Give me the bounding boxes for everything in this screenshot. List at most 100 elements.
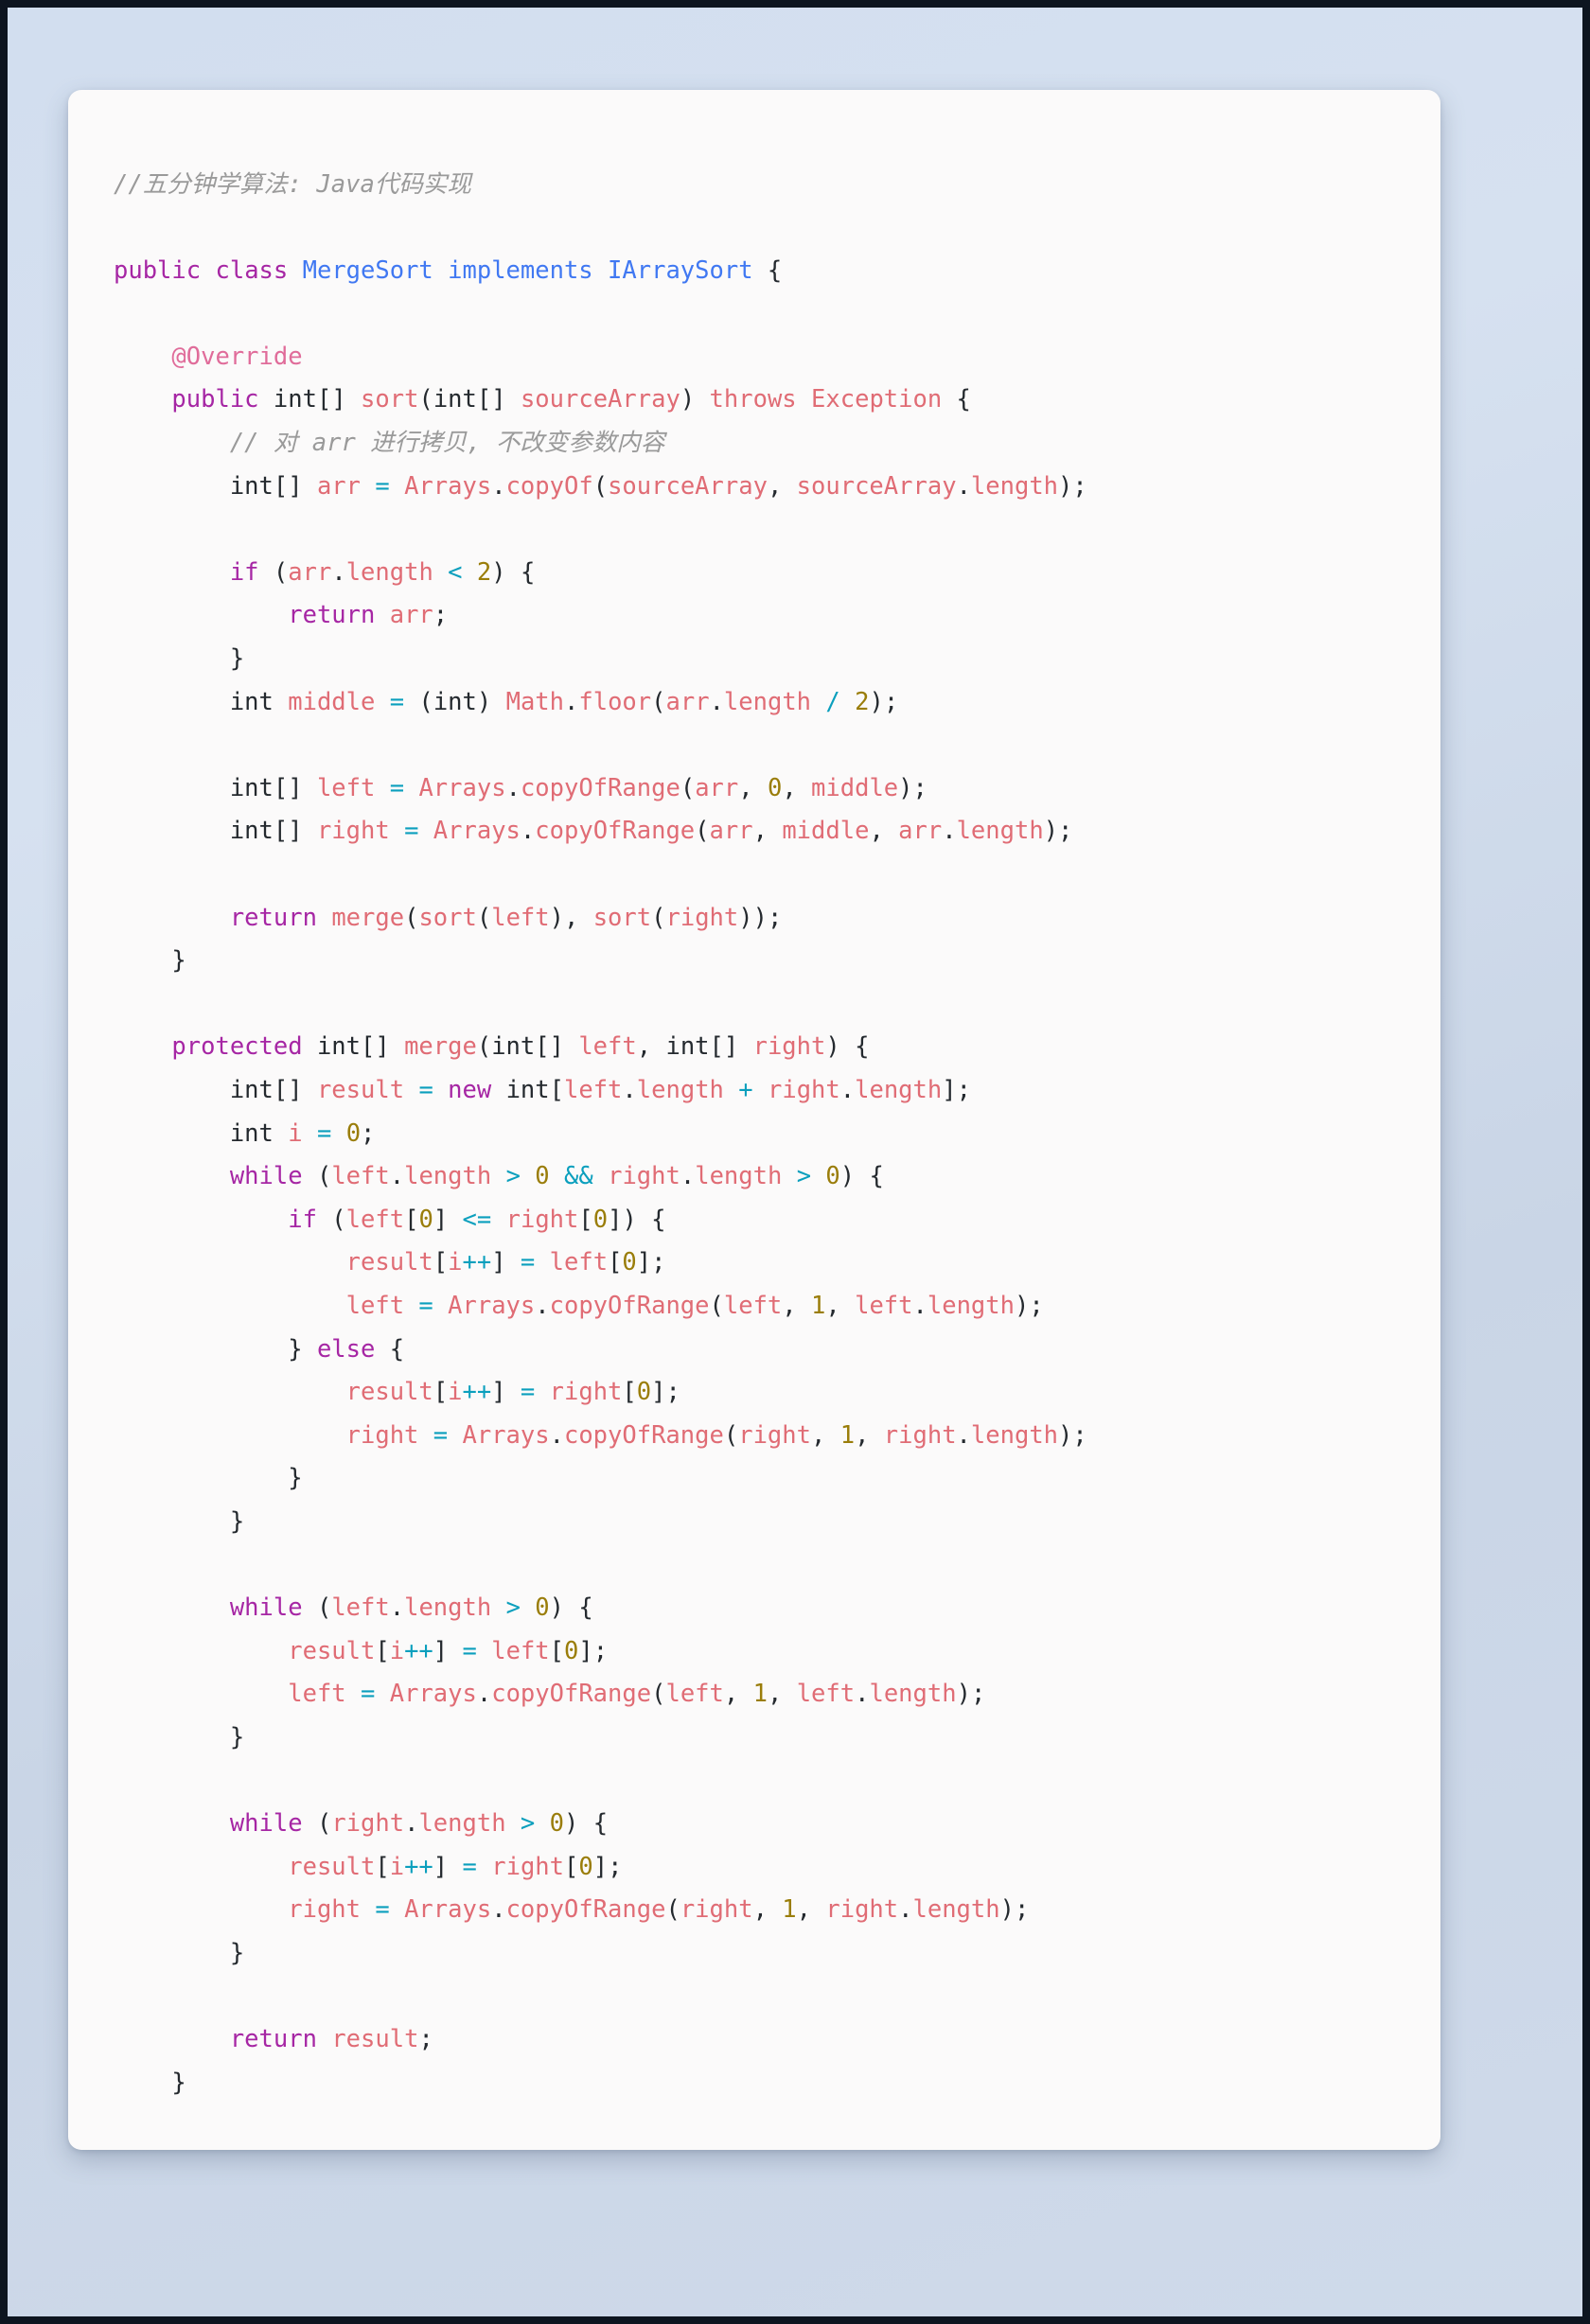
code-token-id: right [288, 1895, 361, 1925]
code-token-op: ++ [462, 1378, 492, 1407]
code-token-pri [418, 1421, 433, 1450]
code-token-pri [477, 1637, 491, 1665]
code-line: } [114, 1932, 1087, 1976]
code-token-pri: ]; [942, 1075, 971, 1104]
code-line: while (left.length > 0 && right.length >… [114, 1155, 1087, 1199]
code-token-pri: . [855, 1680, 870, 1709]
code-token-id: floor [578, 687, 652, 716]
code-token-kw: return [288, 601, 376, 630]
code-token-pri: int [505, 1075, 550, 1104]
code-line: // 对 arr 进行拷贝, 不改变参数内容 [114, 422, 1087, 466]
code-line: result[i++] = right[0]; [114, 1371, 1087, 1415]
code-token-pri [811, 688, 825, 716]
code-token-anno: @Override [171, 342, 303, 371]
code-token-pri [375, 688, 389, 716]
code-token-pri [521, 1162, 535, 1190]
code-token-pri [433, 256, 448, 285]
code-token-pri: ]; [592, 1852, 623, 1881]
code-token-pri: ); [956, 1680, 986, 1709]
code-line: } [114, 2062, 1087, 2105]
code-token-pri [491, 1076, 505, 1104]
code-token-pri [811, 1162, 825, 1190]
code-token-pri [477, 1853, 491, 1881]
code-card: //五分钟学算法: Java代码实现 public class MergeSor… [68, 90, 1440, 2150]
code-token-pri: ( [418, 385, 433, 414]
code-token-pri: . [942, 817, 957, 846]
code-token-pri: . [709, 687, 724, 716]
code-token-id: left [345, 1291, 405, 1320]
code-token-pri [724, 1076, 738, 1104]
code-token-pri: int [273, 385, 317, 414]
code-token-pri [433, 558, 448, 587]
code-token-pri: int [665, 1032, 710, 1062]
code-token-num: 1 [752, 1680, 768, 1709]
code-token-pri [550, 1162, 564, 1190]
code-token-type: implements [448, 255, 593, 285]
code-token-id: left [288, 1680, 346, 1709]
code-token-num: 1 [839, 1420, 856, 1450]
code-token-id: sort [361, 385, 419, 414]
code-token-pri: } [229, 644, 245, 674]
code-line: return arr; [114, 594, 1087, 638]
code-token-id: i [448, 1248, 463, 1277]
code-token-pri [201, 256, 215, 285]
code-token-pri: ; [418, 2025, 433, 2054]
code-token-num: 2 [855, 687, 870, 716]
code-token-id: left [564, 1075, 623, 1104]
code-token-pri: [] [273, 471, 317, 501]
code-line: } [114, 1501, 1087, 1544]
code-token-kw: else [316, 1334, 376, 1364]
code-token-pri: ( [709, 1291, 724, 1320]
code-token-pri: [] [273, 817, 317, 846]
code-token-pri [274, 1119, 288, 1148]
code-token-id: left [331, 1593, 390, 1623]
code-block[interactable]: //五分钟学算法: Java代码实现 public class MergeSor… [68, 114, 1125, 2151]
code-token-pri: ( [302, 1809, 332, 1839]
code-token-pri: int [229, 773, 274, 802]
code-token-pri: ] [433, 1205, 463, 1234]
code-token-pri: , [767, 471, 797, 501]
code-token-pri [390, 817, 404, 845]
code-line: left = Arrays.copyOfRange(left, 1, left.… [114, 1285, 1087, 1329]
code-token-pri [361, 472, 375, 501]
code-token-pri [361, 1895, 375, 1924]
code-token-id: Arrays [433, 817, 521, 846]
code-token-pri: [] [709, 1032, 753, 1062]
code-token-id: right [825, 1895, 899, 1925]
code-token-pri [753, 1076, 768, 1104]
code-token-pri: . [839, 1075, 856, 1104]
code-token-id: length [404, 1593, 492, 1623]
code-token-id: i [448, 1378, 463, 1407]
code-token-pri: ( [404, 903, 419, 932]
code-token-pri [593, 256, 608, 285]
code-token-pri [390, 1895, 404, 1924]
code-token-pri: , [782, 1291, 812, 1320]
code-token-id: right [316, 817, 390, 846]
code-line: if (arr.length < 2) { [114, 552, 1087, 595]
code-token-id: Arrays [404, 1895, 492, 1925]
code-token-id: right [491, 1852, 564, 1881]
code-token-pri [535, 1248, 549, 1276]
code-line: while (right.length > 0) { [114, 1803, 1087, 1846]
code-token-pri: int [433, 385, 477, 414]
code-token-id: Arrays [404, 471, 492, 501]
code-token-id: length [970, 471, 1059, 501]
code-token-kw: while [229, 1162, 303, 1191]
code-token-pri: [ [375, 1636, 390, 1665]
code-token-id: right [680, 1895, 753, 1925]
code-token-pri [331, 1119, 345, 1148]
code-token-kw: while [229, 1593, 303, 1623]
code-token-pri: } [171, 946, 186, 976]
code-token-pri: [] [316, 385, 362, 414]
